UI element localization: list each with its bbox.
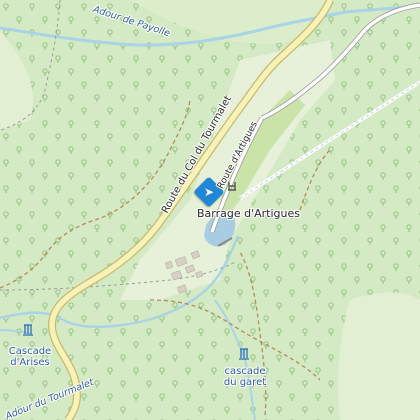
meadow-east [338,292,420,420]
map-layer [0,0,420,420]
direction-pin-icon: ➤ [203,185,215,199]
map-canvas[interactable]: ➤ Barrage d'Artigues Cascade d'Arises ca… [0,0,420,420]
